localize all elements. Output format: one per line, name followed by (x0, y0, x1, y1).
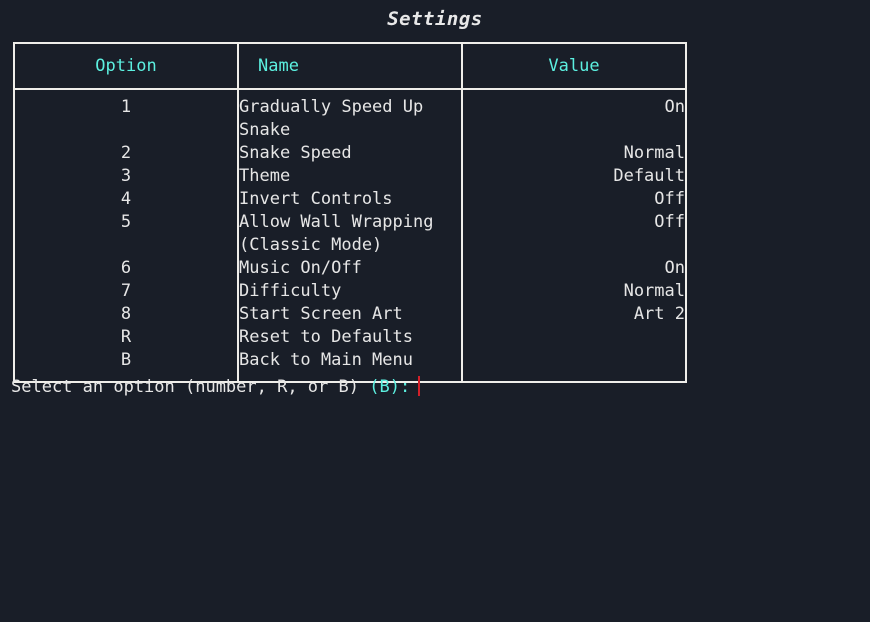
cell-option: 6 (13, 257, 239, 280)
cell-value: Normal (461, 142, 687, 165)
cell-option: R (13, 326, 239, 349)
table-row[interactable]: 4 Invert Controls Off (13, 188, 687, 211)
table-row[interactable]: 5 Allow Wall Wrapping (Classic Mode) Off (13, 211, 687, 257)
table-header-row: Option Name Value (13, 42, 687, 90)
table-row[interactable]: 2 Snake Speed Normal (13, 142, 687, 165)
column-header-name: Name (237, 42, 463, 90)
cell-value: Default (461, 165, 687, 188)
cell-value: On (461, 257, 687, 280)
cell-option: 7 (13, 280, 239, 303)
cell-value: Off (461, 211, 687, 257)
cell-option: 2 (13, 142, 239, 165)
cell-option: 5 (13, 211, 239, 257)
cell-option: 8 (13, 303, 239, 326)
table-row[interactable]: 8 Start Screen Art Art 2 (13, 303, 687, 326)
cell-name: Music On/Off (237, 257, 463, 280)
table-row[interactable]: 3 Theme Default (13, 165, 687, 188)
cell-name: Start Screen Art (237, 303, 463, 326)
cell-option: 1 (13, 89, 239, 142)
text-cursor (418, 376, 421, 396)
prompt-default-hint: (B): (369, 377, 411, 397)
cell-value: Off (461, 188, 687, 211)
cell-name: Reset to Defaults (237, 326, 463, 349)
cell-value (461, 326, 687, 349)
cell-name: Allow Wall Wrapping (Classic Mode) (237, 211, 463, 257)
table-row[interactable]: 1 Gradually Speed Up Snake On (13, 89, 687, 142)
cell-value: On (461, 89, 687, 142)
column-header-option: Option (13, 42, 239, 90)
cell-value: Normal (461, 280, 687, 303)
column-header-value: Value (461, 42, 687, 90)
table-row[interactable]: 7 Difficulty Normal (13, 280, 687, 303)
prompt-text: Select an option (number, R, or B) (11, 377, 370, 397)
cell-name: Gradually Speed Up Snake (237, 89, 463, 142)
cell-option: 4 (13, 188, 239, 211)
cell-name: Theme (237, 165, 463, 188)
cell-name: Invert Controls (237, 188, 463, 211)
settings-table: Option Name Value 1 Gradually Speed Up Sn… (13, 42, 687, 383)
cell-value (461, 349, 687, 383)
table-body: 1 Gradually Speed Up Snake On 2 Snake Speed N… (13, 89, 687, 383)
cell-name: Snake Speed (237, 142, 463, 165)
cell-name: Difficulty (237, 280, 463, 303)
page-title: Settings (387, 8, 483, 30)
cell-option: 3 (13, 165, 239, 188)
table-row[interactable]: 6 Music On/Off On (13, 257, 687, 280)
table-header: Option Name Value (13, 42, 687, 90)
prompt-line: Select an option (number, R, or B) (B): (11, 376, 421, 398)
cell-value: Art 2 (461, 303, 687, 326)
settings-table-container: Option Name Value 1 Gradually Speed Up Sn… (13, 42, 687, 383)
table-row[interactable]: R Reset to Defaults (13, 326, 687, 349)
